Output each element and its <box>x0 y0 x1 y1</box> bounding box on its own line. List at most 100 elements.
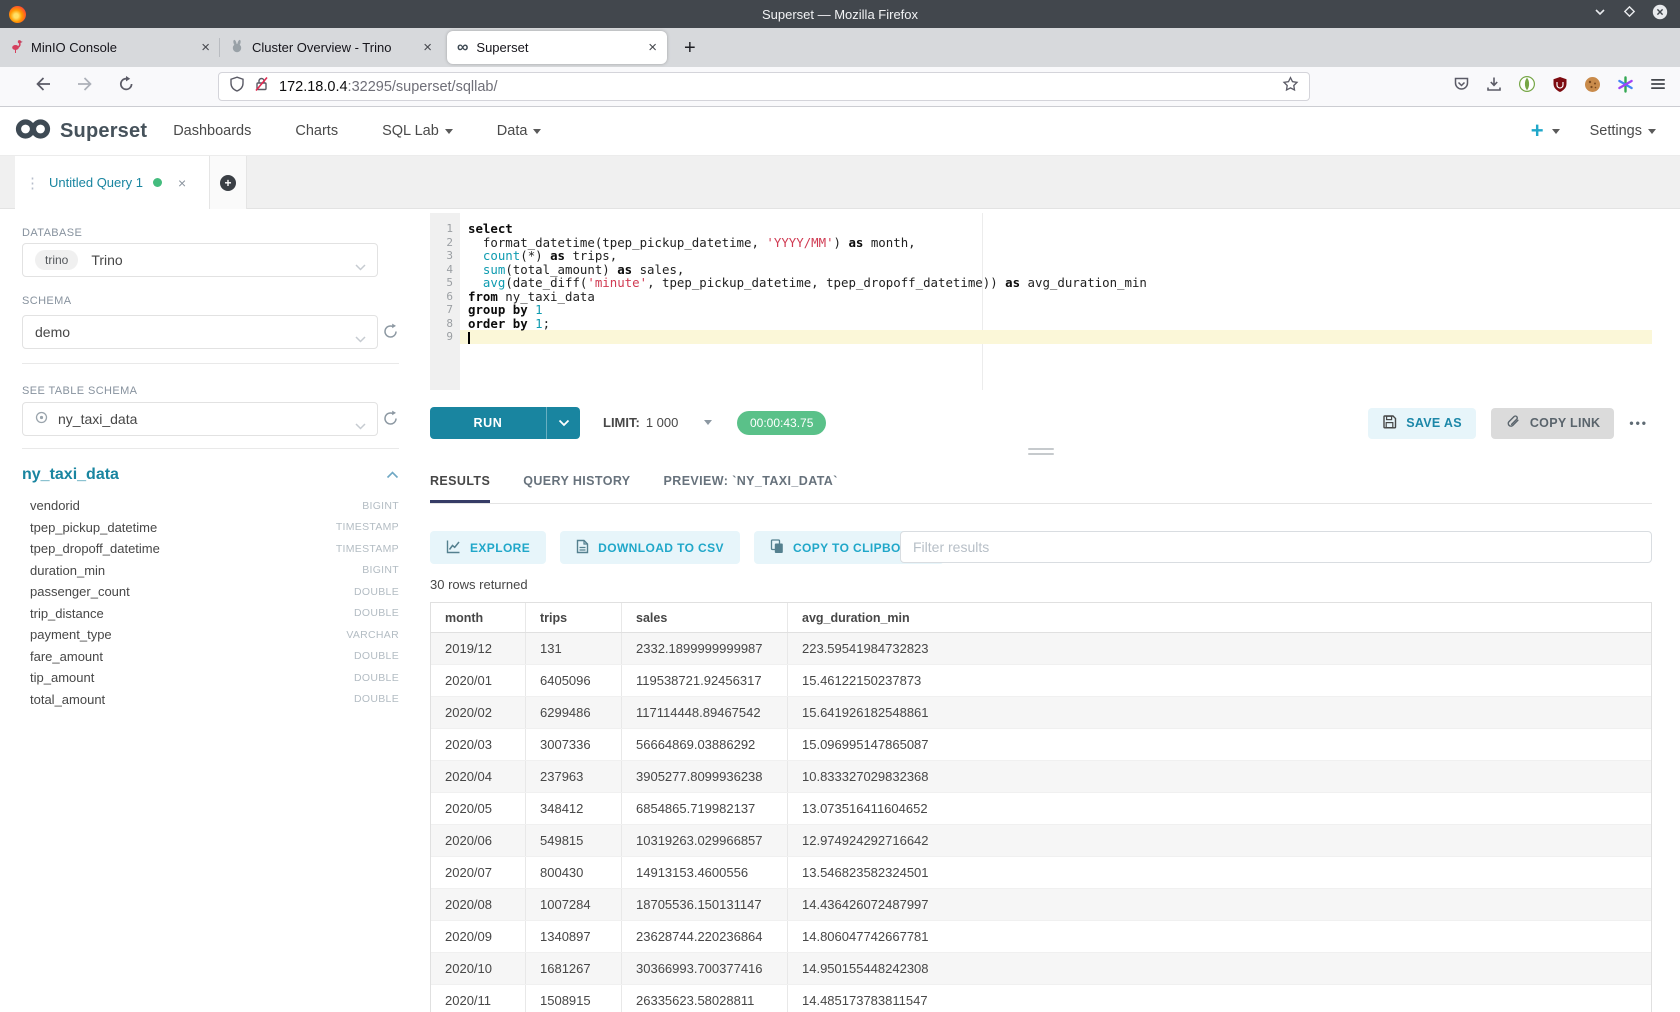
schema-column-row[interactable]: passenger_countDOUBLE <box>22 581 399 603</box>
schema-column-row[interactable]: total_amountDOUBLE <box>22 689 399 711</box>
sql-editor[interactable]: 123456789 select format_datetime(tpep_pi… <box>430 213 1652 390</box>
run-options-split[interactable] <box>546 407 580 439</box>
table-row[interactable]: 2019/121312332.1899999999987223.59541984… <box>431 633 1651 665</box>
code-line[interactable]: from ny_taxi_data <box>460 290 1652 304</box>
table-select[interactable]: ny_taxi_data <box>22 402 378 436</box>
schema-column-row[interactable]: tpep_dropoff_datetimeTIMESTAMP <box>22 538 399 560</box>
table-cell: 2020/04 <box>431 761 526 792</box>
explore-button[interactable]: EXPLORE <box>430 531 546 564</box>
privacy-badger-icon[interactable] <box>1518 75 1536 98</box>
table-row[interactable]: 2020/016405096119538721.9245631715.46122… <box>431 665 1651 697</box>
schema-column-row[interactable]: vendoridBIGINT <box>22 495 399 517</box>
settings-menu[interactable]: Settings <box>1590 123 1656 139</box>
column-header[interactable]: sales <box>622 603 788 632</box>
limit-dropdown[interactable]: LIMIT: 1 000 <box>603 415 712 430</box>
table-row[interactable]: 2020/0654981510319263.02996685712.974924… <box>431 825 1651 857</box>
ublock-origin-icon[interactable] <box>1552 76 1568 98</box>
run-button[interactable]: RUN <box>430 407 580 439</box>
schema-column-row[interactable]: trip_distanceDOUBLE <box>22 603 399 625</box>
download-csv-button[interactable]: DOWNLOAD TO CSV <box>560 531 740 564</box>
row-count-label: 30 rows returned <box>430 577 528 592</box>
column-header[interactable]: month <box>431 603 526 632</box>
nav-item-dashboards[interactable]: Dashboards <box>173 123 251 139</box>
table-cell: 14.806047742667781 <box>788 921 1651 952</box>
tab-preview-table[interactable]: PREVIEW: `NY_TAXI_DATA` <box>664 466 838 503</box>
pane-resize-handle[interactable] <box>1028 448 1054 458</box>
tab-close-icon[interactable]: × <box>423 40 432 55</box>
database-select[interactable]: trino Trino <box>22 243 378 277</box>
drag-handle-icon[interactable]: ⋮ <box>25 174 40 192</box>
code-line[interactable]: sum(total_amount) as sales, <box>460 263 1652 277</box>
brand-name[interactable]: Superset <box>60 120 147 143</box>
bookmark-star-icon[interactable] <box>1282 76 1299 97</box>
schema-column-row[interactable]: tip_amountDOUBLE <box>22 667 399 689</box>
nav-item-data[interactable]: Data <box>497 123 542 139</box>
insecure-lock-icon[interactable] <box>254 76 269 97</box>
query-tab-close-icon[interactable]: × <box>178 175 186 191</box>
nav-item-sql-lab[interactable]: SQL Lab <box>382 123 453 139</box>
schema-column-row[interactable]: duration_minBIGINT <box>22 560 399 582</box>
table-row[interactable]: 2020/08100728418705536.15013114714.43642… <box>431 889 1651 921</box>
tracking-shield-icon[interactable] <box>229 76 245 97</box>
nav-item-charts[interactable]: Charts <box>295 123 338 139</box>
code-line[interactable]: avg(date_diff('minute', tpep_pickup_date… <box>460 276 1652 290</box>
extension-asterisk-icon[interactable] <box>1617 76 1634 98</box>
table-row[interactable]: 2020/026299486117114448.8946754215.64192… <box>431 697 1651 729</box>
table-cell: 18705536.150131147 <box>622 889 788 920</box>
column-type: BIGINT <box>362 500 399 512</box>
downloads-icon[interactable] <box>1486 76 1502 97</box>
add-new-button[interactable]: + <box>1531 120 1544 142</box>
editor-code[interactable]: select format_datetime(tpep_pickup_datet… <box>460 222 1652 344</box>
window-minimize-icon[interactable] <box>1593 5 1607 24</box>
table-row[interactable]: 2020/053484126854865.71998213713.0735164… <box>431 793 1651 825</box>
table-row[interactable]: 2020/042379633905277.809993623810.833327… <box>431 761 1651 793</box>
column-type: TIMESTAMP <box>336 543 399 555</box>
browser-tab-superset[interactable]: ∞ Superset × <box>447 31 667 64</box>
new-tab-button[interactable]: + <box>684 38 696 58</box>
code-line[interactable]: group by 1 <box>460 303 1652 317</box>
cookie-icon[interactable] <box>1584 76 1601 98</box>
code-line[interactable] <box>460 330 1652 344</box>
more-actions-button[interactable]: ••• <box>1629 416 1648 430</box>
refresh-schemas-icon[interactable] <box>382 323 399 340</box>
query-tab-active[interactable]: ⋮ Untitled Query 1 × <box>15 156 210 209</box>
code-line[interactable]: format_datetime(tpep_pickup_datetime, 'Y… <box>460 236 1652 250</box>
browser-tab-minio[interactable]: MinIO Console × <box>0 28 220 67</box>
filter-results-input[interactable] <box>900 531 1652 563</box>
collapse-chevron-up-icon[interactable] <box>386 466 399 484</box>
table-row[interactable]: 2020/10168126730366993.70037741614.95015… <box>431 953 1651 985</box>
url-text[interactable]: 172.18.0.4:32295/superset/sqllab/ <box>279 79 497 95</box>
reload-icon[interactable] <box>118 76 135 97</box>
window-close-icon[interactable] <box>1652 4 1668 25</box>
schema-column-row[interactable]: fare_amountDOUBLE <box>22 646 399 668</box>
url-bar[interactable]: 172.18.0.4:32295/superset/sqllab/ <box>218 72 1310 101</box>
copy-link-button[interactable]: COPY LINK <box>1491 408 1615 439</box>
schema-select[interactable]: demo <box>22 315 378 349</box>
table-row[interactable]: 2020/0780043014913153.460055613.54682358… <box>431 857 1651 889</box>
pocket-icon[interactable] <box>1453 76 1470 97</box>
code-line[interactable]: select <box>460 222 1652 236</box>
menu-hamburger-icon[interactable] <box>1650 77 1666 96</box>
table-row[interactable]: 2020/11150891526335623.5802881114.485173… <box>431 985 1651 1012</box>
schema-column-row[interactable]: payment_typeVARCHAR <box>22 624 399 646</box>
tab-results[interactable]: RESULTS <box>430 466 490 503</box>
window-maximize-icon[interactable] <box>1623 5 1636 23</box>
superset-infinity-logo[interactable] <box>14 116 52 147</box>
refresh-tables-icon[interactable] <box>382 410 399 427</box>
code-line[interactable]: count(*) as trips, <box>460 249 1652 263</box>
tab-query-history[interactable]: QUERY HISTORY <box>523 466 630 503</box>
schema-column-row[interactable]: tpep_pickup_datetimeTIMESTAMP <box>22 517 399 539</box>
column-header[interactable]: trips <box>526 603 622 632</box>
tab-close-icon[interactable]: × <box>201 40 210 55</box>
browser-tab-trino[interactable]: Cluster Overview - Trino × <box>220 28 442 67</box>
code-line[interactable]: order by 1; <box>460 317 1652 331</box>
table-title[interactable]: ny_taxi_data <box>22 466 119 484</box>
table-row[interactable]: 2020/03300733656664869.0388629215.096995… <box>431 729 1651 761</box>
tab-close-icon[interactable]: × <box>648 40 657 55</box>
save-as-button[interactable]: SAVE AS <box>1368 408 1476 439</box>
new-query-tab-button[interactable]: + <box>210 156 247 209</box>
column-header[interactable]: avg_duration_min <box>788 603 1651 632</box>
table-row[interactable]: 2020/09134089723628744.22023686414.80604… <box>431 921 1651 953</box>
forward-icon[interactable] <box>76 76 94 97</box>
back-icon[interactable] <box>34 76 52 97</box>
